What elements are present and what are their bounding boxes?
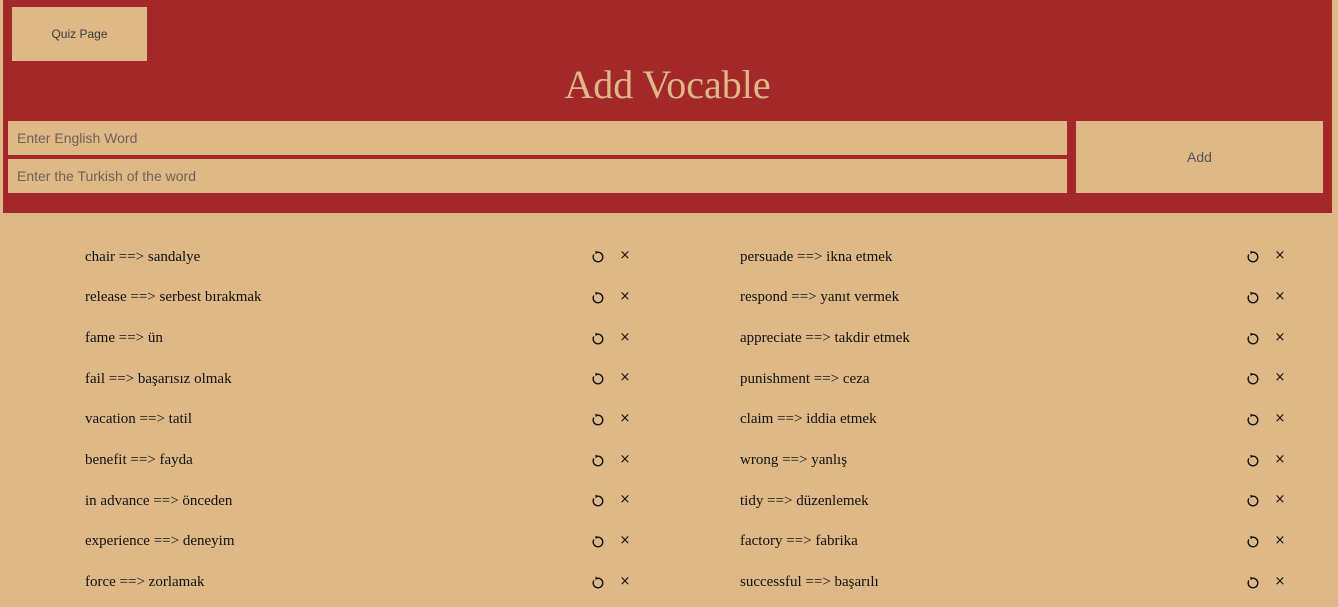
vocab-text: benefit ==> fayda bbox=[85, 452, 193, 469]
vocab-text: release ==> serbest bırakmak bbox=[85, 289, 262, 306]
vocab-text: factory ==> fabrika bbox=[740, 533, 858, 550]
refresh-icon[interactable] bbox=[591, 332, 605, 346]
vocab-item: release ==> serbest bırakmak × bbox=[85, 278, 645, 319]
close-icon[interactable]: × bbox=[1274, 533, 1286, 548]
vocab-text: in advance ==> önceden bbox=[85, 492, 233, 509]
close-icon[interactable]: × bbox=[619, 371, 631, 385]
english-word-input[interactable] bbox=[8, 121, 1067, 155]
page-title: Add Vocable bbox=[564, 62, 771, 107]
close-icon[interactable]: × bbox=[619, 574, 631, 589]
vocab-text: appreciate ==> takdir etmek bbox=[740, 330, 910, 347]
vocab-item: wrong ==> yanlış × bbox=[740, 440, 1300, 481]
vocab-item: experience ==> deneyim × bbox=[85, 522, 645, 563]
vocab-text: fail ==> başarısız olmak bbox=[85, 370, 232, 387]
vocab-item: respond ==> yanıt vermek × bbox=[740, 278, 1300, 319]
turkish-word-input[interactable] bbox=[8, 159, 1067, 193]
vocab-text: chair ==> sandalye bbox=[85, 248, 201, 265]
vocab-item: fame ==> ün × bbox=[85, 318, 645, 359]
vocab-item: vacation ==> tatil × bbox=[85, 400, 645, 441]
vocab-item: appreciate ==> takdir etmek × bbox=[740, 318, 1300, 359]
refresh-icon[interactable] bbox=[591, 413, 605, 427]
refresh-icon[interactable] bbox=[591, 372, 605, 386]
refresh-icon[interactable] bbox=[1246, 291, 1260, 305]
vocab-list-right: persuade ==> ikna etmek × respond ==> yanı… bbox=[740, 237, 1300, 603]
close-icon[interactable]: × bbox=[619, 533, 631, 548]
refresh-icon[interactable] bbox=[1246, 250, 1260, 264]
add-button[interactable]: Add bbox=[1076, 121, 1323, 193]
close-icon[interactable]: × bbox=[619, 249, 631, 263]
quiz-page-button[interactable]: Quiz Page bbox=[12, 7, 147, 61]
vocab-text: successful ==> başarılı bbox=[740, 574, 879, 591]
refresh-icon[interactable] bbox=[1246, 372, 1260, 386]
vocab-text: experience ==> deneyim bbox=[85, 533, 235, 550]
refresh-icon[interactable] bbox=[591, 291, 605, 305]
refresh-icon[interactable] bbox=[591, 454, 605, 468]
vocab-item: benefit ==> fayda × bbox=[85, 440, 645, 481]
close-icon[interactable]: × bbox=[1274, 371, 1286, 385]
vocab-item: in advance ==> önceden × bbox=[85, 481, 645, 522]
vocab-item: chair ==> sandalye × bbox=[85, 237, 645, 278]
vocab-item: fail ==> başarısız olmak × bbox=[85, 359, 645, 400]
vocab-text: force ==> zorlamak bbox=[85, 574, 205, 591]
close-icon[interactable]: × bbox=[1274, 574, 1286, 589]
close-icon[interactable]: × bbox=[1274, 330, 1286, 345]
close-icon[interactable]: × bbox=[1274, 289, 1286, 304]
vocab-item: punishment ==> ceza × bbox=[740, 359, 1300, 400]
close-icon[interactable]: × bbox=[619, 411, 631, 426]
vocab-text: respond ==> yanıt vermek bbox=[740, 289, 900, 306]
vocab-item: persuade ==> ikna etmek × bbox=[740, 237, 1300, 278]
vocab-item: tidy ==> düzenlemek × bbox=[740, 481, 1300, 522]
vocab-item: force ==> zorlamak × bbox=[85, 562, 645, 603]
refresh-icon[interactable] bbox=[591, 250, 605, 264]
vocab-list-left: chair ==> sandalye × release ==> serbest b… bbox=[85, 237, 645, 603]
vocab-item: factory ==> fabrika × bbox=[740, 522, 1300, 563]
refresh-icon[interactable] bbox=[1246, 413, 1260, 427]
vocab-text: vacation ==> tatil bbox=[85, 411, 193, 428]
close-icon[interactable]: × bbox=[1274, 249, 1286, 263]
vocab-item: claim ==> iddia etmek × bbox=[740, 400, 1300, 441]
close-icon[interactable]: × bbox=[1274, 411, 1286, 426]
vocab-text: claim ==> iddia etmek bbox=[740, 411, 877, 428]
refresh-icon[interactable] bbox=[591, 576, 605, 590]
refresh-icon[interactable] bbox=[1246, 535, 1260, 549]
refresh-icon[interactable] bbox=[591, 535, 605, 549]
vocab-text: wrong ==> yanlış bbox=[740, 452, 848, 469]
close-icon[interactable]: × bbox=[619, 289, 631, 304]
refresh-icon[interactable] bbox=[591, 494, 605, 508]
refresh-icon[interactable] bbox=[1246, 332, 1260, 346]
vocab-text: punishment ==> ceza bbox=[740, 370, 870, 387]
close-icon[interactable]: × bbox=[1274, 493, 1286, 507]
refresh-icon[interactable] bbox=[1246, 576, 1260, 590]
vocab-text: fame ==> ün bbox=[85, 330, 163, 347]
close-icon[interactable]: × bbox=[1274, 452, 1286, 467]
close-icon[interactable]: × bbox=[619, 493, 631, 507]
close-icon[interactable]: × bbox=[619, 330, 631, 345]
refresh-icon[interactable] bbox=[1246, 454, 1260, 468]
header-panel: Quiz Page Add Vocable Add bbox=[3, 0, 1332, 213]
vocab-text: tidy ==> düzenlemek bbox=[740, 492, 869, 509]
refresh-icon[interactable] bbox=[1246, 494, 1260, 508]
vocab-item: successful ==> başarılı × bbox=[740, 562, 1300, 603]
close-icon[interactable]: × bbox=[619, 452, 631, 467]
vocab-text: persuade ==> ikna etmek bbox=[740, 248, 893, 265]
